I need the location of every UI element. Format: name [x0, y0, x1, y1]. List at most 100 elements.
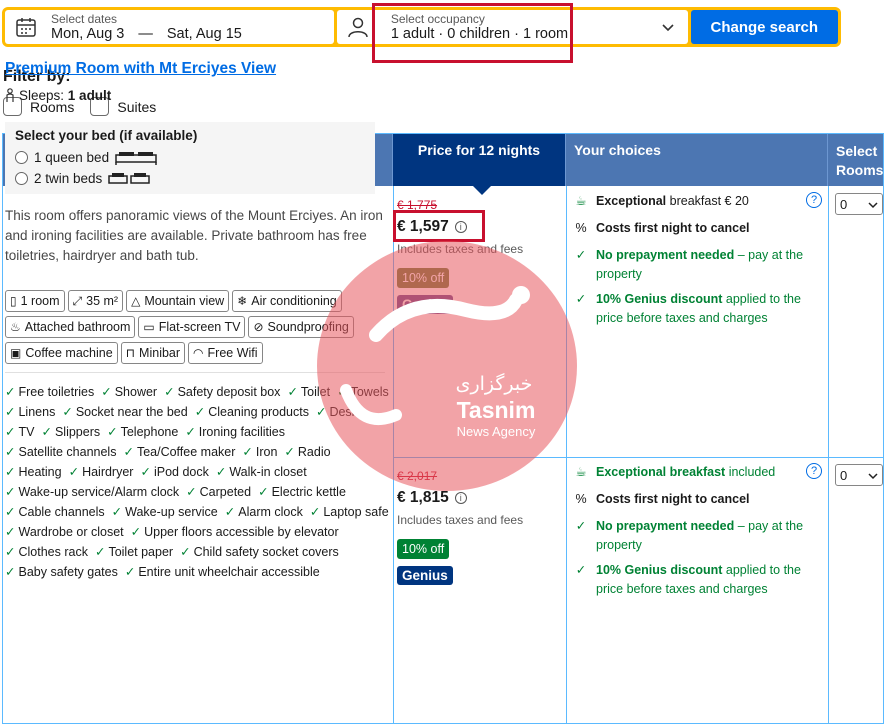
queen-bed-icon — [115, 151, 157, 165]
check-icon: ✓ — [5, 385, 16, 399]
facility-tag: ❄ Air conditioning — [232, 290, 342, 312]
facility-tag: ⊘ Soundproofing — [248, 316, 354, 338]
amenity-item: ✓ TV — [5, 424, 34, 441]
bath-icon: ♨ — [10, 320, 21, 334]
bed-option-queen[interactable]: 1 queen bed — [15, 147, 365, 168]
amenity-label: Satellite channels — [18, 445, 117, 459]
amenity-item: ✓ Upper floors accessible by elevator — [131, 524, 339, 541]
facility-label: Soundproofing — [267, 320, 349, 334]
amenity-item: ✓ Walk-in closet — [216, 464, 307, 481]
room-count-select[interactable]: 0 — [835, 464, 883, 486]
amenity-label: Toilet — [300, 385, 331, 399]
amenity-item: ✓ Safety deposit box — [164, 384, 280, 401]
amenity-item: ✓ Wardrobe or closet — [5, 524, 124, 541]
amenity-label: Child safety socket covers — [193, 545, 339, 559]
amenity-item: ✓ iPod dock — [140, 464, 208, 481]
amenity-label: Alarm clock — [238, 505, 303, 519]
room-name-link[interactable]: Premium Room with Mt Erciyes View — [5, 60, 276, 78]
amenity-label: Heating — [18, 465, 62, 479]
amenity-item: ✓ Cable channels — [5, 504, 105, 521]
check-icon: ✓ — [287, 385, 298, 399]
amenity-label: Cleaning products — [208, 405, 309, 419]
check-icon: ✓ — [5, 445, 16, 459]
breakfast-bold: Exceptional breakfast — [596, 465, 726, 479]
amenity-item: ✓ Linens — [5, 404, 55, 421]
amenity-item: ✓ Heating — [5, 464, 62, 481]
offer-1-taxes: Includes taxes and fees — [397, 242, 524, 256]
check-icon: ✓ — [5, 405, 16, 419]
amenity-item: ✓ Electric kettle — [258, 484, 346, 501]
cancel-text: Costs first night to cancel — [596, 221, 750, 235]
check-icon: ✓ — [309, 505, 321, 519]
amenity-label: Socket near the bed — [75, 405, 188, 419]
amenity-item: ✓ Iron — [242, 444, 277, 461]
sleeps-info: Sleeps: 1 adult — [5, 88, 111, 103]
facility-label: Free Wifi — [207, 346, 258, 360]
breakfast-bold: Exceptional — [596, 194, 667, 208]
facility-label: Air conditioning — [251, 294, 337, 308]
room-count-select[interactable]: 0 — [835, 193, 883, 215]
column-divider — [828, 186, 829, 723]
offer-2-new-price: € 1,815 i — [397, 489, 467, 507]
header-select-rooms: Select Rooms — [828, 134, 884, 186]
dates-value: Mon, Aug 3 — Sat, Aug 15 — [51, 27, 242, 42]
amenity-item: ✓ Ironing facilities — [185, 424, 285, 441]
facility-tags: ▯ 1 room ⤢ 35 m² △ Mountain view ❄ Air condi… — [5, 290, 385, 364]
amenity-label: Laptop safe — [323, 505, 389, 519]
filter-suites-label: Suites — [117, 98, 157, 115]
check-icon: ✓ — [242, 445, 253, 459]
radio-button[interactable] — [15, 172, 28, 185]
amenity-item: ✓ Carpeted — [186, 484, 251, 501]
radio-button[interactable] — [15, 151, 28, 164]
amenity-item: ✓ Toilet — [287, 384, 330, 401]
amenity-item: ✓ Radio — [284, 444, 330, 461]
occupancy-highlight-box — [372, 3, 573, 63]
tv-icon: ▭ — [143, 320, 155, 334]
minibar-icon: ⊓ — [125, 346, 136, 360]
check-icon: ✓ — [185, 425, 196, 439]
offer-2-choices: ☕ Exceptional breakfast included % Costs f… — [572, 463, 822, 599]
genius-bold: 10% Genius discount — [596, 563, 723, 577]
door-icon: ▯ — [10, 294, 17, 308]
bed-option-twin[interactable]: 2 twin beds — [15, 168, 365, 189]
amenity-label: Linens — [18, 405, 56, 419]
row-divider — [393, 457, 884, 458]
amenity-item: ✓ Towels — [337, 384, 389, 401]
check-icon: ✓ — [107, 425, 118, 439]
prepay-bold: No prepayment needed — [596, 519, 735, 533]
info-icon[interactable]: i — [454, 492, 467, 504]
amenity-label: Wake-up service/Alarm clock — [18, 485, 180, 499]
bed-selection: Select your bed (if available) 1 queen b… — [5, 122, 375, 194]
facility-label: 1 room — [20, 294, 60, 308]
percent-icon: % — [575, 221, 587, 235]
amenity-item: ✓ Telephone — [107, 424, 178, 441]
amenity-item: ✓ Hairdryer — [69, 464, 134, 481]
amenity-label: iPod dock — [153, 465, 209, 479]
date-separator: — — [138, 26, 153, 42]
chevron-down-icon — [868, 197, 878, 212]
dates-field[interactable]: Select dates Mon, Aug 3 — Sat, Aug 15 — [5, 10, 334, 44]
check-icon: ✓ — [575, 292, 587, 306]
check-icon: ✓ — [5, 505, 16, 519]
amenity-item: ✓ Satellite channels — [5, 444, 116, 461]
help-icon[interactable]: ? — [806, 463, 822, 479]
header-price: Price for 12 nights — [393, 134, 566, 186]
genius-discount-line: ✓ 10% Genius discount applied to the pric… — [572, 290, 822, 328]
coffee-machine-icon: ▣ — [10, 346, 22, 360]
check-icon: ✓ — [123, 445, 134, 459]
check-icon: ✓ — [180, 545, 191, 559]
facility-label: Mountain view — [144, 294, 225, 308]
check-icon: ✓ — [5, 565, 16, 579]
select-value: 0 — [840, 467, 848, 483]
offer-2-old-price: € 2,017 — [397, 467, 437, 485]
header-select-line1: Select — [836, 143, 878, 159]
amenity-label: Entire unit wheelchair accessible — [138, 565, 320, 579]
change-search-button[interactable]: Change search — [690, 10, 838, 44]
facility-tag: ▯ 1 room — [5, 290, 65, 312]
offer-2-taxes: Includes taxes and fees — [397, 513, 524, 527]
amenity-label: Toilet paper — [108, 545, 174, 559]
check-icon: ✓ — [575, 563, 587, 577]
help-icon[interactable]: ? — [806, 192, 822, 208]
discount-badge: 10% off — [397, 268, 450, 288]
old-price: € 2,017 — [397, 469, 438, 483]
